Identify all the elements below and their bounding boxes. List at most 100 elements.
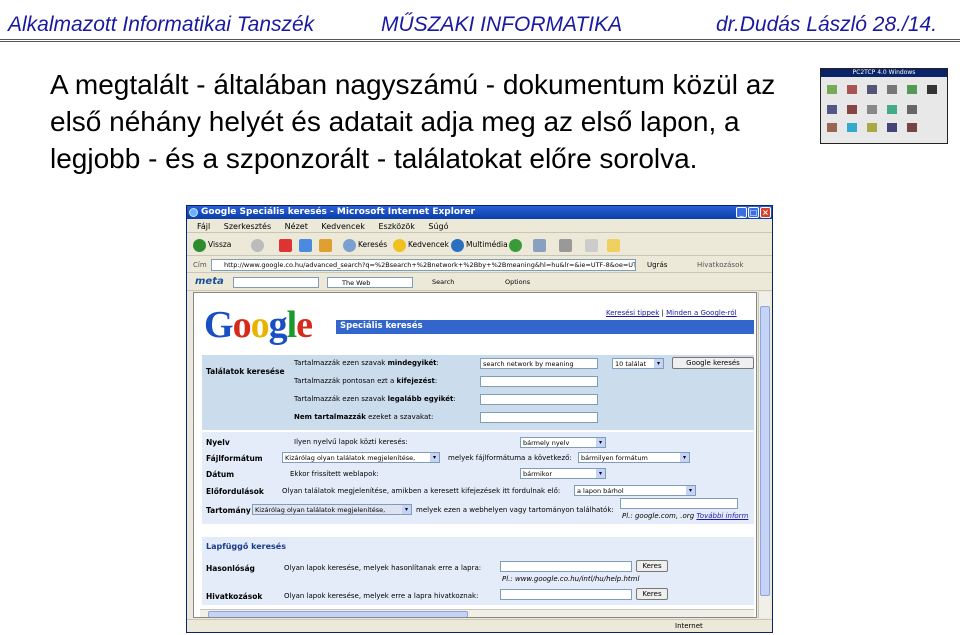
horizontal-scrollbar[interactable] — [200, 609, 754, 617]
fileformat-label: Fájlformátum — [206, 454, 263, 463]
star-icon — [393, 238, 406, 252]
discuss-button[interactable] — [607, 238, 622, 252]
vertical-scrollbar[interactable] — [758, 292, 770, 618]
mail-icon — [533, 238, 546, 252]
all-words-input[interactable]: search network by meaning — [480, 358, 598, 369]
refresh-icon — [299, 238, 312, 252]
thumb-icon-6 — [927, 85, 937, 94]
tips-link[interactable]: Keresési tippek — [606, 309, 659, 317]
logo-letter: o — [250, 304, 270, 346]
logo-letter: e — [296, 304, 313, 346]
address-label: Cím — [193, 261, 207, 269]
thumb-icon-16 — [907, 123, 917, 132]
menu-help[interactable]: Súgó — [428, 222, 448, 231]
search-form: Találatok keresése Tartalmazzák ezen sza… — [202, 355, 754, 430]
refresh-button[interactable] — [299, 238, 314, 252]
menu-bar: Fájl Szerkesztés Nézet Kedvencek Eszközö… — [187, 220, 772, 233]
mail-button[interactable] — [533, 238, 548, 252]
stop-button[interactable] — [279, 238, 294, 252]
language-label: Nyelv — [206, 438, 230, 447]
body-line-1: A megtalált - általában nagyszámú - doku… — [50, 69, 776, 100]
home-icon — [319, 238, 332, 252]
search-button[interactable]: Keresés — [343, 238, 387, 252]
date-select[interactable]: bármikor — [520, 468, 606, 479]
stop-icon — [279, 238, 292, 252]
language-text: Ilyen nyelvű lapok közti keresés: — [294, 438, 408, 446]
minimize-button[interactable]: _ — [736, 207, 747, 218]
fileformat-mode-select[interactable]: Kizárólag olyan találatok megjelenítése, — [282, 452, 440, 463]
menu-edit[interactable]: Szerkesztés — [224, 222, 271, 231]
page-specific-section: Lapfüggő keresés Hasonlóság Olyan lapok … — [202, 537, 754, 605]
search-icon — [343, 238, 356, 252]
print-button[interactable] — [559, 238, 574, 252]
note-icon — [607, 238, 620, 252]
meta-search-button[interactable]: Search — [432, 278, 454, 286]
vertical-scroll-thumb[interactable] — [760, 306, 770, 596]
thumb-icon-5 — [907, 85, 917, 94]
page-title-bar: Speciális keresés — [336, 320, 754, 334]
menu-tools[interactable]: Eszközök — [378, 222, 414, 231]
thumb-icon-12 — [827, 123, 837, 132]
forward-button[interactable] — [251, 238, 266, 252]
page-title: Speciális keresés — [340, 321, 423, 331]
similar-search-button[interactable]: Keres — [636, 560, 668, 572]
occurrence-label: Előfordulások — [206, 487, 264, 496]
google-search-button[interactable]: Google keresés — [672, 357, 754, 369]
home-button[interactable] — [319, 238, 334, 252]
back-button[interactable]: Vissza — [193, 238, 231, 252]
domain-label: Tartomány — [206, 506, 251, 515]
links-label: Hivatkozások — [206, 592, 263, 601]
similar-label: Hasonlóság — [206, 564, 255, 573]
meta-toolbar: meta The Web Search Options — [187, 274, 772, 291]
language-select[interactable]: bármely nyelv — [520, 437, 606, 448]
domain-mode-select[interactable]: Kizárólag olyan találatok megjelenítése, — [252, 504, 412, 515]
window-titlebar[interactable]: Google Speciális keresés - Microsoft Int… — [187, 206, 772, 219]
menu-file[interactable]: Fájl — [197, 222, 210, 231]
any-words-input[interactable] — [480, 394, 598, 405]
exact-phrase-input[interactable] — [480, 376, 598, 387]
similar-input[interactable] — [500, 561, 632, 572]
fileformat-select[interactable]: bármilyen formátum — [578, 452, 690, 463]
about-link[interactable]: Minden a Google-ról — [666, 309, 737, 317]
domain-input[interactable] — [620, 498, 738, 509]
exclude-words-label: Nem tartalmazzák ezeket a szavakat: — [294, 413, 434, 421]
similar-text: Olyan lapok keresése, melyek hasonlítana… — [284, 564, 482, 572]
google-logo: Google — [204, 303, 313, 347]
thumb-icon-4 — [887, 85, 897, 94]
links-search-button[interactable]: Keres — [636, 588, 668, 600]
more-info-link[interactable]: További inform — [696, 512, 748, 520]
status-zone: Internet — [675, 622, 703, 630]
menu-view[interactable]: Nézet — [285, 222, 308, 231]
similar-hint: Pl.: www.google.co.hu/intl/hu/help.html — [502, 575, 640, 583]
window-title: Google Speciális keresés - Microsoft Int… — [201, 207, 475, 217]
meta-search-input[interactable] — [233, 277, 319, 288]
links-label[interactable]: Hivatkozások — [697, 261, 743, 269]
edit-button[interactable] — [585, 238, 600, 252]
occurrence-select[interactable]: a lapon bárhol — [574, 485, 696, 496]
address-bar: Cím http://www.google.co.hu/advanced_sea… — [187, 257, 772, 273]
meta-scope-select[interactable]: The Web — [327, 277, 413, 288]
history-button[interactable] — [509, 238, 524, 252]
favorites-button[interactable]: Kedvencek — [393, 238, 449, 252]
maximize-button[interactable]: □ — [748, 207, 759, 218]
options-form: Nyelv Ilyen nyelvű lapok közti keresés: … — [202, 432, 754, 524]
media-icon — [451, 238, 464, 252]
menu-favorites[interactable]: Kedvencek — [321, 222, 365, 231]
logo-letter: G — [204, 304, 234, 346]
exclude-words-input[interactable] — [480, 412, 598, 423]
links-input[interactable] — [500, 589, 632, 600]
horizontal-scroll-thumb[interactable] — [208, 611, 468, 617]
go-button[interactable]: Ugrás — [647, 261, 667, 269]
exact-phrase-label: Tartalmazzák pontosan ezt a kifejezést: — [294, 377, 438, 385]
media-button[interactable]: Multimédia — [451, 238, 508, 252]
logo-letter: o — [232, 304, 252, 346]
forward-arrow-icon — [251, 238, 264, 252]
body-line-2: első néhány helyét és adatait adja meg a… — [50, 106, 740, 137]
domain-hint: Pl.: google.com, .org További inform — [622, 512, 749, 520]
meta-options-button[interactable]: Options — [505, 278, 530, 286]
department-name: Alkalmazott Informatikai Tanszék — [8, 13, 315, 36]
results-count-select[interactable]: 10 találat — [612, 358, 664, 369]
close-button[interactable]: × — [760, 207, 771, 218]
address-input[interactable]: http://www.google.co.hu/advanced_search?… — [211, 259, 636, 271]
print-icon — [559, 238, 572, 252]
